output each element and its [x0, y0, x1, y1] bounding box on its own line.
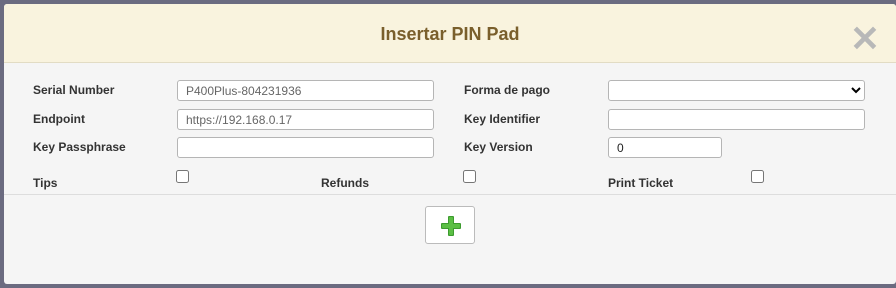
dialog-header: Insertar PIN Pad ✕	[4, 4, 896, 63]
key-version-label: Key Version	[464, 140, 533, 154]
close-icon[interactable]: ✕	[848, 21, 882, 58]
insert-pin-pad-dialog: Insertar PIN Pad ✕ Serial Number Endpoin…	[4, 4, 896, 284]
forma-de-pago-label: Forma de pago	[464, 83, 551, 97]
refunds-checkbox[interactable]	[463, 170, 476, 183]
key-passphrase-label: Key Passphrase	[33, 140, 126, 154]
plus-icon	[441, 216, 461, 236]
key-version-input[interactable]	[608, 137, 722, 158]
key-identifier-label: Key Identifier	[464, 112, 541, 126]
print-ticket-checkbox[interactable]	[751, 170, 764, 183]
form-divider	[4, 194, 896, 195]
tips-label: Tips	[33, 176, 58, 190]
serial-number-label: Serial Number	[33, 83, 115, 97]
dialog-title: Insertar PIN Pad	[380, 24, 520, 44]
serial-number-input[interactable]	[177, 80, 434, 101]
add-button[interactable]	[425, 206, 475, 244]
tips-checkbox[interactable]	[176, 170, 189, 183]
endpoint-label: Endpoint	[33, 112, 85, 126]
print-ticket-label: Print Ticket	[608, 176, 674, 190]
forma-de-pago-select[interactable]	[608, 80, 865, 101]
key-identifier-input[interactable]	[608, 109, 865, 130]
key-passphrase-input[interactable]	[177, 137, 434, 158]
endpoint-input[interactable]	[177, 109, 434, 130]
refunds-label: Refunds	[321, 176, 369, 190]
